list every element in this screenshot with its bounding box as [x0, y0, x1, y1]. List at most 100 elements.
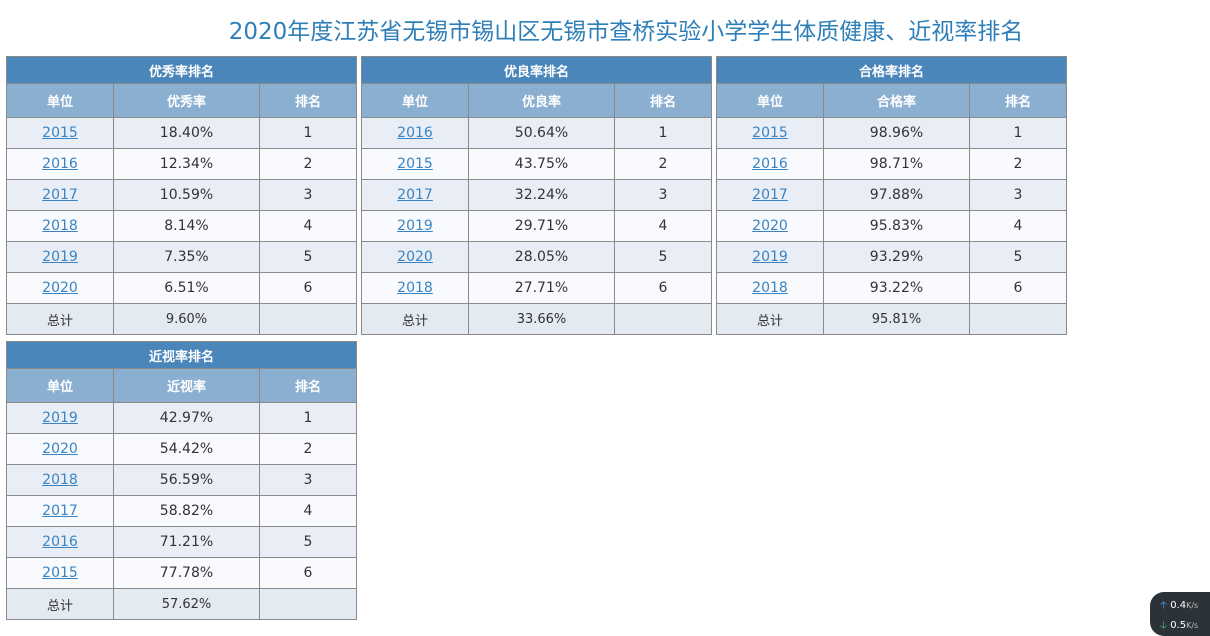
table-title: 优良率排名: [360, 56, 713, 84]
arrow-up-icon: 🡡: [1160, 600, 1168, 611]
rate-value: 98.96%: [823, 117, 970, 149]
year-link[interactable]: 2018: [752, 280, 788, 296]
rate-value: 29.71%: [468, 210, 615, 242]
table-row: 2016 98.71% 2: [716, 148, 1068, 180]
table-title: 合格率排名: [715, 56, 1068, 84]
rank-value: 3: [258, 179, 358, 211]
rate-value: 93.29%: [823, 241, 970, 273]
column-header-unit: 单位: [6, 368, 114, 403]
rank-value: 4: [258, 495, 358, 527]
total-label: 总计: [361, 303, 469, 335]
rank-value: 3: [258, 464, 358, 496]
rank-value: 1: [968, 117, 1068, 149]
year-link[interactable]: 2015: [42, 565, 78, 581]
total-rank: [258, 588, 358, 620]
table-row: 2019 29.71% 4: [361, 210, 713, 242]
column-header-rate: 优良率: [468, 83, 615, 118]
download-speed-value: 0.5: [1170, 620, 1187, 631]
year-link[interactable]: 2019: [752, 249, 788, 265]
rate-value: 12.34%: [113, 148, 260, 180]
column-header-rank: 排名: [968, 83, 1068, 118]
table-row: 2018 27.71% 6: [361, 272, 713, 304]
year-link[interactable]: 2017: [752, 187, 788, 203]
table-row: 2020 28.05% 5: [361, 241, 713, 273]
table-row: 2015 18.40% 1: [6, 117, 358, 149]
rate-value: 98.71%: [823, 148, 970, 180]
year-link[interactable]: 2020: [397, 249, 433, 265]
table-row: 2015 98.96% 1: [716, 117, 1068, 149]
column-header-unit: 单位: [6, 83, 114, 118]
column-header-rank: 排名: [613, 83, 713, 118]
rank-value: 2: [968, 148, 1068, 180]
rank-value: 1: [613, 117, 713, 149]
total-value: 33.66%: [468, 303, 615, 335]
rank-value: 2: [613, 148, 713, 180]
good-rate-table: 优良率排名 单位 优良率 排名 2016 50.64% 1 2015 43.75…: [360, 56, 713, 335]
year-link[interactable]: 2016: [42, 534, 78, 550]
column-header-unit: 单位: [361, 83, 469, 118]
table-row: 2020 95.83% 4: [716, 210, 1068, 242]
rate-value: 6.51%: [113, 272, 260, 304]
year-link[interactable]: 2015: [397, 156, 433, 172]
rate-value: 77.78%: [113, 557, 260, 589]
rank-value: 5: [258, 526, 358, 558]
year-link[interactable]: 2018: [42, 218, 78, 234]
total-row: 总计 33.66%: [361, 303, 713, 335]
pass-rate-table: 合格率排名 单位 合格率 排名 2015 98.96% 1 2016 98.71…: [715, 56, 1068, 335]
table-title: 近视率排名: [5, 341, 358, 369]
rank-value: 4: [613, 210, 713, 242]
year-link[interactable]: 2015: [42, 125, 78, 141]
table-row: 2015 77.78% 6: [6, 557, 358, 589]
rate-value: 50.64%: [468, 117, 615, 149]
table-row: 2016 71.21% 5: [6, 526, 358, 558]
arrow-down-icon: 🡣: [1160, 620, 1168, 631]
year-link[interactable]: 2020: [42, 441, 78, 457]
rank-value: 6: [613, 272, 713, 304]
rate-value: 54.42%: [113, 433, 260, 465]
column-header-rate: 近视率: [113, 368, 260, 403]
year-link[interactable]: 2016: [42, 156, 78, 172]
upload-speed: 🡡 0.4K/s: [1160, 598, 1198, 615]
year-link[interactable]: 2017: [42, 503, 78, 519]
table-row: 2019 42.97% 1: [6, 402, 358, 434]
total-value: 95.81%: [823, 303, 970, 335]
column-header-rate: 合格率: [823, 83, 970, 118]
year-link[interactable]: 2019: [42, 249, 78, 265]
total-label: 总计: [716, 303, 824, 335]
year-link[interactable]: 2020: [752, 218, 788, 234]
total-row: 总计 9.60%: [6, 303, 358, 335]
rate-value: 97.88%: [823, 179, 970, 211]
year-link[interactable]: 2015: [752, 125, 788, 141]
table-row: 2020 6.51% 6: [6, 272, 358, 304]
table-row: 2018 8.14% 4: [6, 210, 358, 242]
rate-value: 93.22%: [823, 272, 970, 304]
rate-value: 18.40%: [113, 117, 260, 149]
rank-value: 6: [258, 272, 358, 304]
year-link[interactable]: 2016: [752, 156, 788, 172]
rank-value: 3: [968, 179, 1068, 211]
column-header-rate: 优秀率: [113, 83, 260, 118]
total-row: 总计 57.62%: [6, 588, 358, 620]
upload-speed-value: 0.4: [1170, 600, 1187, 611]
table-row: 2015 43.75% 2: [361, 148, 713, 180]
year-link[interactable]: 2017: [42, 187, 78, 203]
network-speed-widget[interactable]: 🡡 0.4K/s 🡣 0.5K/s: [1150, 592, 1210, 636]
year-link[interactable]: 2020: [42, 280, 78, 296]
total-label: 总计: [6, 588, 114, 620]
rate-value: 42.97%: [113, 402, 260, 434]
year-link[interactable]: 2018: [397, 280, 433, 296]
rank-value: 1: [258, 117, 358, 149]
year-link[interactable]: 2019: [397, 218, 433, 234]
year-link[interactable]: 2017: [397, 187, 433, 203]
year-link[interactable]: 2019: [42, 410, 78, 426]
table-row: 2017 32.24% 3: [361, 179, 713, 211]
year-link[interactable]: 2016: [397, 125, 433, 141]
excellent-rate-table: 优秀率排名 单位 优秀率 排名 2015 18.40% 1 2016 12.34…: [5, 56, 358, 335]
year-link[interactable]: 2018: [42, 472, 78, 488]
rate-value: 27.71%: [468, 272, 615, 304]
table-row: 2017 10.59% 3: [6, 179, 358, 211]
column-header-rank: 排名: [258, 368, 358, 403]
column-header-rank: 排名: [258, 83, 358, 118]
total-row: 总计 95.81%: [716, 303, 1068, 335]
total-value: 9.60%: [113, 303, 260, 335]
